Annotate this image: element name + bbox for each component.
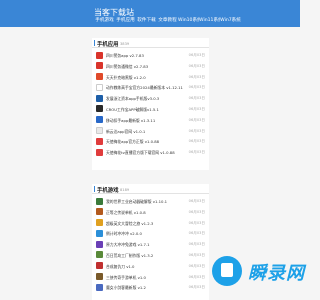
app-icon[interactable] xyxy=(96,197,103,205)
app-icon[interactable] xyxy=(96,73,103,81)
game-list-item[interactable]: 我的世界工业启动器破解版 v1.10.1 06月03日 xyxy=(92,196,209,207)
app-icon[interactable] xyxy=(96,51,103,59)
nav-item-articles[interactable]: 文章教程 xyxy=(157,17,178,23)
game-list-item[interactable]: 三侠传奇手游单机 v1.0 06月03日 xyxy=(92,272,209,283)
game-item-name[interactable]: 合成复仇刀 v1.0 xyxy=(106,264,134,270)
section-accent-bar xyxy=(94,40,95,46)
app-icon[interactable] xyxy=(96,127,103,135)
game-item-name[interactable]: 正等之传说单机 v1.0.8 xyxy=(106,210,146,216)
app-item-name[interactable]: 新云达app官网 v1.0.1 xyxy=(106,129,145,135)
app-icon[interactable] xyxy=(96,62,103,70)
app-item-name[interactable]: 四川警务app v2.7.83 xyxy=(106,53,144,59)
game-list-item[interactable]: 合成复仇刀 v1.0 06月03日 xyxy=(92,261,209,272)
game-item-name[interactable]: 我的世界工业启动器破解版 v1.10.1 xyxy=(106,199,167,205)
app-item-name[interactable]: 天使梅花app官方正版 v1.0.88 xyxy=(106,139,159,145)
game-item-date: 06月03日 xyxy=(188,285,205,290)
app-icon[interactable] xyxy=(96,251,103,259)
games-panel: 手机游戏 8189 我的世界工业启动器破解版 v1.10.1 06月03日 正等之传… xyxy=(92,184,209,300)
games-panel-count: 8189 xyxy=(120,187,130,192)
app-item-name[interactable]: 动作教练高手宝官方2024最新版本 v1.12.11 xyxy=(106,85,183,91)
app-list-item[interactable]: 四川警务通微信 v2.7.83 06月03日 xyxy=(92,61,209,72)
nav-item-win11[interactable]: Win11系统 xyxy=(199,17,220,23)
app-item-date: 06月03日 xyxy=(188,139,205,144)
app-icon[interactable] xyxy=(96,148,103,156)
games-panel-header: 手机游戏 8189 xyxy=(92,184,209,194)
nav-item-win10[interactable]: Win10系统 xyxy=(178,17,199,23)
app-item-date: 06月03日 xyxy=(188,128,205,133)
app-icon[interactable] xyxy=(96,94,103,102)
app-list-item[interactable]: 新云达app官网 v1.0.1 06月03日 xyxy=(92,126,209,137)
game-list-item[interactable]: 魔女小剑客最新版 v1.2 06月03日 xyxy=(92,282,209,293)
apps-panel-header: 手机应用 3839 xyxy=(92,38,209,48)
app-item-date: 06月03日 xyxy=(188,106,205,111)
game-list-item[interactable]: 正等之传说单机 v1.0.8 06月03日 xyxy=(92,207,209,218)
app-item-name[interactable]: 天天扑克暗黑版 v1.2.0 xyxy=(106,75,146,81)
apps-panel-title[interactable]: 手机应用 xyxy=(97,40,119,48)
game-item-name[interactable]: 超级英文大冒险之旅 v1.2.3 xyxy=(106,221,153,227)
game-item-date: 06月03日 xyxy=(188,274,205,279)
app-item-date: 06月03日 xyxy=(188,53,205,57)
app-icon[interactable] xyxy=(96,208,103,216)
app-item-name[interactable]: 天使梅花tv直播官方版下载官网 v1.0.88 xyxy=(106,150,175,156)
app-icon[interactable] xyxy=(96,283,103,291)
nav-item-software[interactable]: 软件下载 xyxy=(136,17,157,23)
main-nav: 手机游戏 手机应用 软件下载 文章教程 Win10系统 Win11系统 Win7… xyxy=(94,17,241,23)
game-item-date: 06月03日 xyxy=(188,231,205,236)
app-icon[interactable] xyxy=(96,137,103,145)
app-list-item[interactable]: 发展浙江资本app手机版v3.0.3 06月03日 xyxy=(92,93,209,104)
game-item-name[interactable]: 百日荒岛工厂制作版 v1.3.2 xyxy=(106,253,153,259)
app-list-item[interactable]: 天使梅花app官方正版 v1.0.88 06月03日 xyxy=(92,136,209,147)
app-item-name[interactable]: 移动扣手app最新版 v1.3.11 xyxy=(106,118,155,124)
game-item-name[interactable]: 原力大冲冲兔游戏 v1.7.1 xyxy=(106,242,150,248)
game-item-date: 06月03日 xyxy=(188,209,205,214)
app-list-item[interactable]: 动作教练高手宝官方2024最新版本 v1.12.11 06月03日 xyxy=(92,82,209,93)
games-list: 我的世界工业启动器破解版 v1.10.1 06月03日 正等之传说单机 v1.0.8… xyxy=(92,194,209,293)
app-item-name[interactable]: 四川警务通微信 v2.7.83 xyxy=(106,64,148,70)
app-icon[interactable] xyxy=(96,219,103,227)
game-item-date: 06月03日 xyxy=(188,242,205,247)
app-list-item[interactable]: CROU工作宝APP破解版v1.5.1 06月03日 xyxy=(92,104,209,115)
app-list-item[interactable]: 天天扑克暗黑版 v1.2.0 06月03日 xyxy=(92,72,209,83)
game-item-date: 06月03日 xyxy=(188,220,205,225)
section-accent-bar xyxy=(94,186,95,192)
apps-panel-count: 3839 xyxy=(120,41,130,46)
app-icon[interactable] xyxy=(96,229,103,237)
app-icon[interactable] xyxy=(96,262,103,270)
games-panel-title[interactable]: 手机游戏 xyxy=(97,186,119,194)
game-list-item[interactable]: 百日荒岛工厂制作版 v1.3.2 06月03日 xyxy=(92,250,209,261)
game-item-date: 06月03日 xyxy=(188,199,205,203)
watermark-text: 瞬录网 xyxy=(248,263,305,284)
game-item-date: 06月03日 xyxy=(188,252,205,257)
app-item-name[interactable]: CROU工作宝APP破解版v1.5.1 xyxy=(106,107,159,113)
game-list-item[interactable]: 超级英文大冒险之旅 v1.2.3 06月03日 xyxy=(92,218,209,229)
app-item-date: 06月03日 xyxy=(188,74,205,79)
app-item-date: 06月03日 xyxy=(188,150,205,155)
game-item-name[interactable]: 魔女小剑客最新版 v1.2 xyxy=(106,285,146,291)
app-item-date: 06月03日 xyxy=(188,117,205,122)
app-icon[interactable] xyxy=(96,116,103,124)
nav-item-apps[interactable]: 手机应用 xyxy=(115,17,136,23)
apps-panel: 手机应用 3839 四川警务app v2.7.83 06月03日 四川警务通微信 v… xyxy=(92,38,209,170)
nav-item-games[interactable]: 手机游戏 xyxy=(94,17,115,23)
app-list-item[interactable]: 天使梅花tv直播官方版下载官网 v1.0.88 06月03日 xyxy=(92,147,209,158)
watermark: 瞬录网 xyxy=(212,254,305,290)
app-list-item[interactable]: 四川警务app v2.7.83 06月03日 xyxy=(92,50,209,61)
game-item-name[interactable]: 三侠传奇手游单机 v1.0 xyxy=(106,275,146,281)
game-list-item[interactable]: 倒计时冲冲冲 v2.0.0 06月03日 xyxy=(92,228,209,239)
watermark-logo-icon xyxy=(212,254,248,290)
game-item-date: 06月03日 xyxy=(188,263,205,268)
apps-list: 四川警务app v2.7.83 06月03日 四川警务通微信 v2.7.83 06月0… xyxy=(92,48,209,158)
app-item-date: 06月03日 xyxy=(188,85,205,90)
game-item-name[interactable]: 倒计时冲冲冲 v2.0.0 xyxy=(106,231,142,237)
nav-item-win7[interactable]: Win7系统 xyxy=(220,17,241,23)
app-icon[interactable] xyxy=(96,105,103,113)
app-item-date: 06月03日 xyxy=(188,96,205,101)
app-list-item[interactable]: 移动扣手app最新版 v1.3.11 06月03日 xyxy=(92,115,209,126)
app-item-date: 06月03日 xyxy=(188,63,205,68)
app-icon[interactable] xyxy=(96,83,103,91)
game-list-item[interactable]: 原力大冲冲兔游戏 v1.7.1 06月03日 xyxy=(92,239,209,250)
app-item-name[interactable]: 发展浙江资本app手机版v3.0.3 xyxy=(106,96,159,102)
app-icon[interactable] xyxy=(96,240,103,248)
app-icon[interactable] xyxy=(96,273,103,281)
